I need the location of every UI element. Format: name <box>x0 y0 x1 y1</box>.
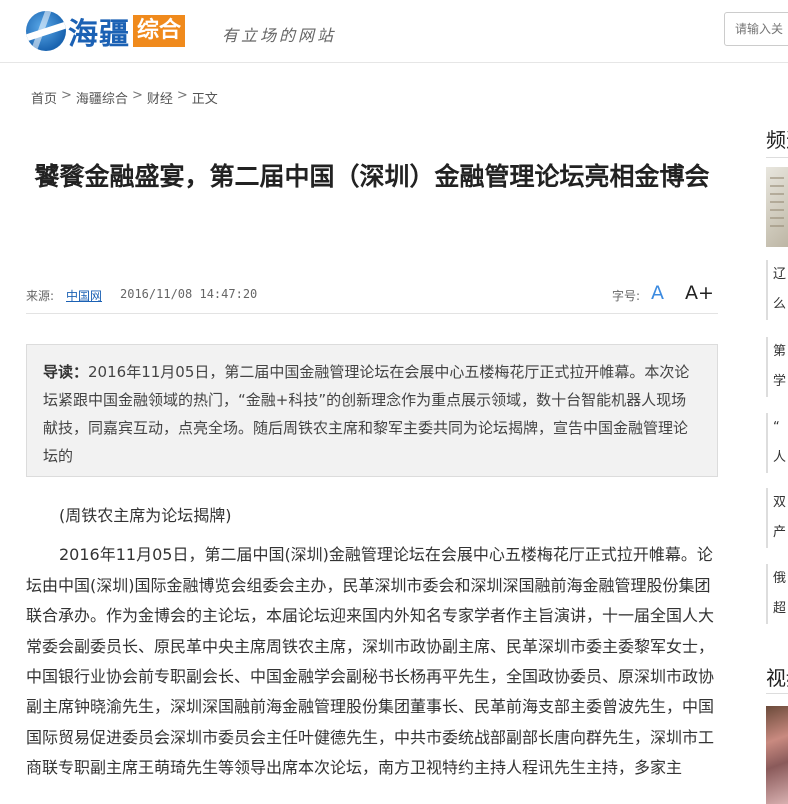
globe-logo-icon <box>26 11 66 51</box>
source-label: 来源: <box>26 289 55 303</box>
sidebar-heading-channel: 频道 <box>766 128 788 152</box>
breadcrumb-current: 正文 <box>191 92 218 107</box>
breadcrumb-separator: > <box>61 88 72 103</box>
breadcrumb-home-link[interactable]: 首页 <box>31 88 57 107</box>
publish-time: 2016/11/08 14:47:20 <box>120 287 258 301</box>
article-title: 饕餮金融盛宴，第二届中国（深圳）金融管理论坛亮相金博会 <box>34 162 710 191</box>
sidebar-news-item[interactable]: 俄 超 <box>766 564 788 624</box>
sidebar-divider <box>766 157 788 158</box>
sidebar-divider <box>766 693 788 694</box>
sidebar-item-text: 产 <box>773 525 787 540</box>
sidebar-item-text: 双 <box>773 495 787 510</box>
sidebar-news-item[interactable]: 第 学 <box>766 337 788 397</box>
site-logo[interactable]: 海疆 综合 <box>26 9 186 53</box>
sidebar-item-text: 辽 <box>773 267 787 282</box>
search-input[interactable] <box>724 12 788 46</box>
sidebar-heading-video: 视频 <box>766 666 788 690</box>
font-size-label: 字号: <box>612 289 641 303</box>
article-meta: 来源: 中国网 2016/11/08 14:47:20 字号: A A+ <box>26 282 718 305</box>
sidebar-item-text: 俄 <box>773 571 787 586</box>
breadcrumb: 首页 > 海疆综合 > 财经 > 正文 <box>31 88 218 107</box>
article-body: (周铁农主席为论坛揭牌) 2016年11月05日，第二届中国(深圳)金融管理论坛… <box>26 501 718 793</box>
article-paragraph: 2016年11月05日，第二届中国(深圳)金融管理论坛在会展中心五楼梅花厅正式拉… <box>26 545 715 778</box>
sidebar-news-item[interactable]: 双 产 <box>766 488 788 548</box>
sidebar-item-text: 学 <box>773 374 787 389</box>
sidebar-news-item[interactable]: “ 人 <box>766 413 788 473</box>
font-size-small-button[interactable]: A <box>651 282 664 304</box>
summary-label: 导读： <box>43 363 89 381</box>
breadcrumb-separator: > <box>176 88 188 103</box>
sidebar-item-text: 么 <box>773 297 787 312</box>
image-caption: (周铁农主席为论坛揭牌) <box>59 506 232 525</box>
sidebar-item-text: “ <box>773 420 780 435</box>
breadcrumb-section-link[interactable]: 海疆综合 <box>76 88 128 107</box>
breadcrumb-category-link[interactable]: 财经 <box>147 88 173 107</box>
breadcrumb-separator: > <box>131 88 143 103</box>
article-summary: 导读：2016年11月05日，第二届中国金融管理论坛在会展中心五楼梅花厅正式拉开… <box>26 344 718 477</box>
video-thumbnail[interactable] <box>766 706 788 804</box>
meta-divider <box>26 313 718 314</box>
site-header: 海疆 综合 有立场的网站 <box>0 0 788 63</box>
summary-text: 2016年11月05日，第二届中国金融管理论坛在会展中心五楼梅花厅正式拉开帷幕。… <box>43 363 690 465</box>
site-slogan: 有立场的网站 <box>222 26 337 45</box>
sidebar-news-item[interactable]: 辽 么 <box>766 260 788 320</box>
sidebar-item-text: 第 <box>773 344 787 359</box>
source-link[interactable]: 中国网 <box>66 287 102 304</box>
sidebar-item-text: 人 <box>773 450 787 465</box>
sidebar-item-text: 超 <box>773 601 787 616</box>
font-size-large-button[interactable]: A+ <box>685 282 714 304</box>
logo-text: 海疆 <box>68 17 130 52</box>
sidebar-thumbnail[interactable] <box>766 167 788 247</box>
logo-tag: 综合 <box>133 15 186 47</box>
